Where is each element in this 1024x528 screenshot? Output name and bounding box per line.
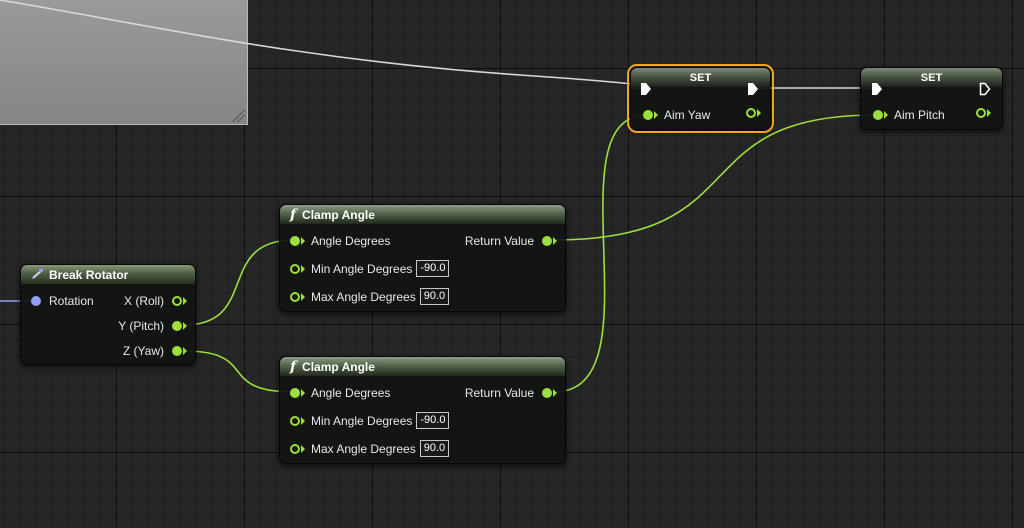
function-icon: f: [290, 206, 297, 223]
pin-arrow-icon: [301, 444, 305, 453]
aim-yaw-output-pin-row[interactable]: [746, 108, 761, 118]
blueprint-graph-canvas[interactable]: Break Rotator Rotation X (Roll) Y (Pitch…: [0, 0, 1024, 528]
aim-pitch-input-pin[interactable]: [873, 110, 883, 120]
float-wire-pitch-to-clamp1[interactable]: [183, 239, 295, 326]
clamp-angle-2-title: Clamp Angle: [302, 359, 375, 374]
pin-arrow-icon: [183, 297, 187, 305]
break-rotator-header[interactable]: Break Rotator: [21, 265, 195, 284]
x-roll-output-pin[interactable]: [172, 296, 182, 306]
aim-yaw-output-pin[interactable]: [746, 108, 756, 118]
set-aim-yaw-node[interactable]: SET Aim Yaw: [627, 64, 774, 133]
y-pitch-output-pin[interactable]: [172, 321, 182, 331]
clamp-angle-2-header[interactable]: f Clamp Angle: [280, 357, 565, 376]
comment-box[interactable]: [0, 0, 248, 125]
exec-input-pin-icon[interactable]: [640, 82, 652, 96]
clamp1-min-angle-pin[interactable]: [290, 263, 300, 274]
y-pitch-label: Y (Pitch): [118, 319, 164, 333]
clamp1-min-angle-pin-row[interactable]: Min Angle Degrees -90.0: [290, 260, 450, 277]
pin-arrow-icon: [183, 322, 187, 330]
pin-arrow-icon: [757, 109, 761, 117]
rotation-label: Rotation: [49, 294, 94, 308]
z-yaw-output-pin-row[interactable]: Z (Yaw): [123, 344, 187, 358]
resize-grip-icon[interactable]: [233, 110, 245, 122]
float-wire-clamp2-to-aim-yaw[interactable]: [553, 114, 648, 393]
break-struct-icon: [32, 269, 43, 279]
clamp1-return-value-pin[interactable]: [542, 236, 552, 246]
clamp2-min-angle-label: Min Angle Degrees: [311, 413, 413, 428]
clamp2-min-angle-pin[interactable]: [290, 415, 300, 426]
clamp1-max-angle-pin[interactable]: [290, 291, 300, 302]
clamp2-max-angle-pin[interactable]: [290, 443, 300, 454]
clamp1-return-value-label: Return Value: [464, 234, 534, 248]
aim-yaw-input-pin-row[interactable]: Aim Yaw: [643, 108, 710, 122]
aim-yaw-input-pin[interactable]: [643, 110, 653, 120]
aim-yaw-label: Aim Yaw: [664, 108, 711, 122]
clamp1-min-angle-input[interactable]: -90.0: [416, 260, 450, 277]
rotation-input-pin[interactable]: [31, 296, 41, 306]
clamp2-return-value-pin[interactable]: [542, 388, 552, 398]
break-rotator-node[interactable]: Break Rotator Rotation X (Roll) Y (Pitch…: [20, 264, 196, 365]
pin-arrow-icon: [301, 389, 305, 397]
clamp1-max-angle-input[interactable]: 90.0: [419, 288, 450, 305]
clamp2-min-angle-input[interactable]: -90.0: [416, 412, 450, 429]
function-icon: f: [290, 358, 297, 375]
clamp2-angle-degrees-pin[interactable]: [290, 388, 300, 398]
aim-pitch-input-pin-row[interactable]: Aim Pitch: [873, 108, 945, 122]
clamp2-angle-degrees-pin-row[interactable]: Angle Degrees: [290, 386, 390, 400]
rotation-input-pin-row[interactable]: Rotation: [31, 294, 94, 308]
pin-arrow-icon: [301, 237, 305, 245]
pin-arrow-icon: [553, 389, 557, 397]
clamp-angle-1-title: Clamp Angle: [302, 207, 375, 222]
clamp-angle-1-header[interactable]: f Clamp Angle: [280, 205, 565, 224]
aim-pitch-output-pin[interactable]: [976, 108, 986, 118]
clamp1-return-value-pin-row[interactable]: Return Value: [465, 234, 557, 248]
clamp2-max-angle-input[interactable]: 90.0: [419, 440, 450, 457]
z-yaw-label: Z (Yaw): [122, 344, 164, 358]
pin-arrow-icon: [301, 292, 305, 301]
clamp2-min-angle-pin-row[interactable]: Min Angle Degrees -90.0: [290, 412, 450, 429]
pin-arrow-icon: [553, 237, 557, 245]
exec-output-pin-icon[interactable]: [747, 82, 759, 96]
clamp1-angle-degrees-label: Angle Degrees: [311, 234, 391, 248]
clamp2-return-value-label: Return Value: [464, 386, 534, 400]
clamp1-max-angle-pin-row[interactable]: Max Angle Degrees 90.0: [290, 288, 450, 305]
pin-arrow-icon: [654, 111, 658, 119]
clamp-angle-node-2[interactable]: f Clamp Angle Angle Degrees Return Value…: [279, 356, 566, 464]
x-roll-label: X (Roll): [123, 294, 164, 308]
aim-pitch-label: Aim Pitch: [894, 108, 945, 122]
break-rotator-title: Break Rotator: [49, 267, 129, 282]
y-pitch-output-pin-row[interactable]: Y (Pitch): [118, 319, 187, 333]
set-aim-yaw-title: SET: [689, 71, 712, 84]
exec-input-pin-icon[interactable]: [871, 82, 883, 96]
clamp2-max-angle-pin-row[interactable]: Max Angle Degrees 90.0: [290, 440, 450, 457]
aim-pitch-output-pin-row[interactable]: [976, 108, 991, 118]
float-wire-clamp1-to-aim-pitch[interactable]: [553, 114, 876, 241]
pin-arrow-icon: [301, 416, 305, 425]
clamp-angle-node-1[interactable]: f Clamp Angle Angle Degrees Return Value…: [279, 204, 566, 312]
clamp2-max-angle-label: Max Angle Degrees: [311, 441, 416, 456]
clamp1-angle-degrees-pin[interactable]: [290, 236, 300, 246]
z-yaw-output-pin[interactable]: [172, 346, 182, 356]
x-roll-output-pin-row[interactable]: X (Roll): [124, 294, 187, 308]
pin-arrow-icon: [301, 264, 305, 273]
pin-arrow-icon: [183, 347, 187, 355]
clamp2-return-value-pin-row[interactable]: Return Value: [465, 386, 557, 400]
pin-arrow-icon: [884, 111, 888, 119]
set-aim-pitch-node[interactable]: SET Aim Pitch: [860, 67, 1003, 130]
set-aim-pitch-title: SET: [920, 71, 943, 84]
clamp2-angle-degrees-label: Angle Degrees: [311, 386, 391, 400]
float-wire-yaw-to-clamp2[interactable]: [183, 350, 295, 393]
clamp1-max-angle-label: Max Angle Degrees: [311, 289, 416, 304]
pin-arrow-icon: [987, 109, 991, 117]
clamp1-min-angle-label: Min Angle Degrees: [311, 261, 413, 276]
clamp1-angle-degrees-pin-row[interactable]: Angle Degrees: [290, 234, 390, 248]
exec-output-pin-empty-icon[interactable]: [979, 82, 991, 96]
